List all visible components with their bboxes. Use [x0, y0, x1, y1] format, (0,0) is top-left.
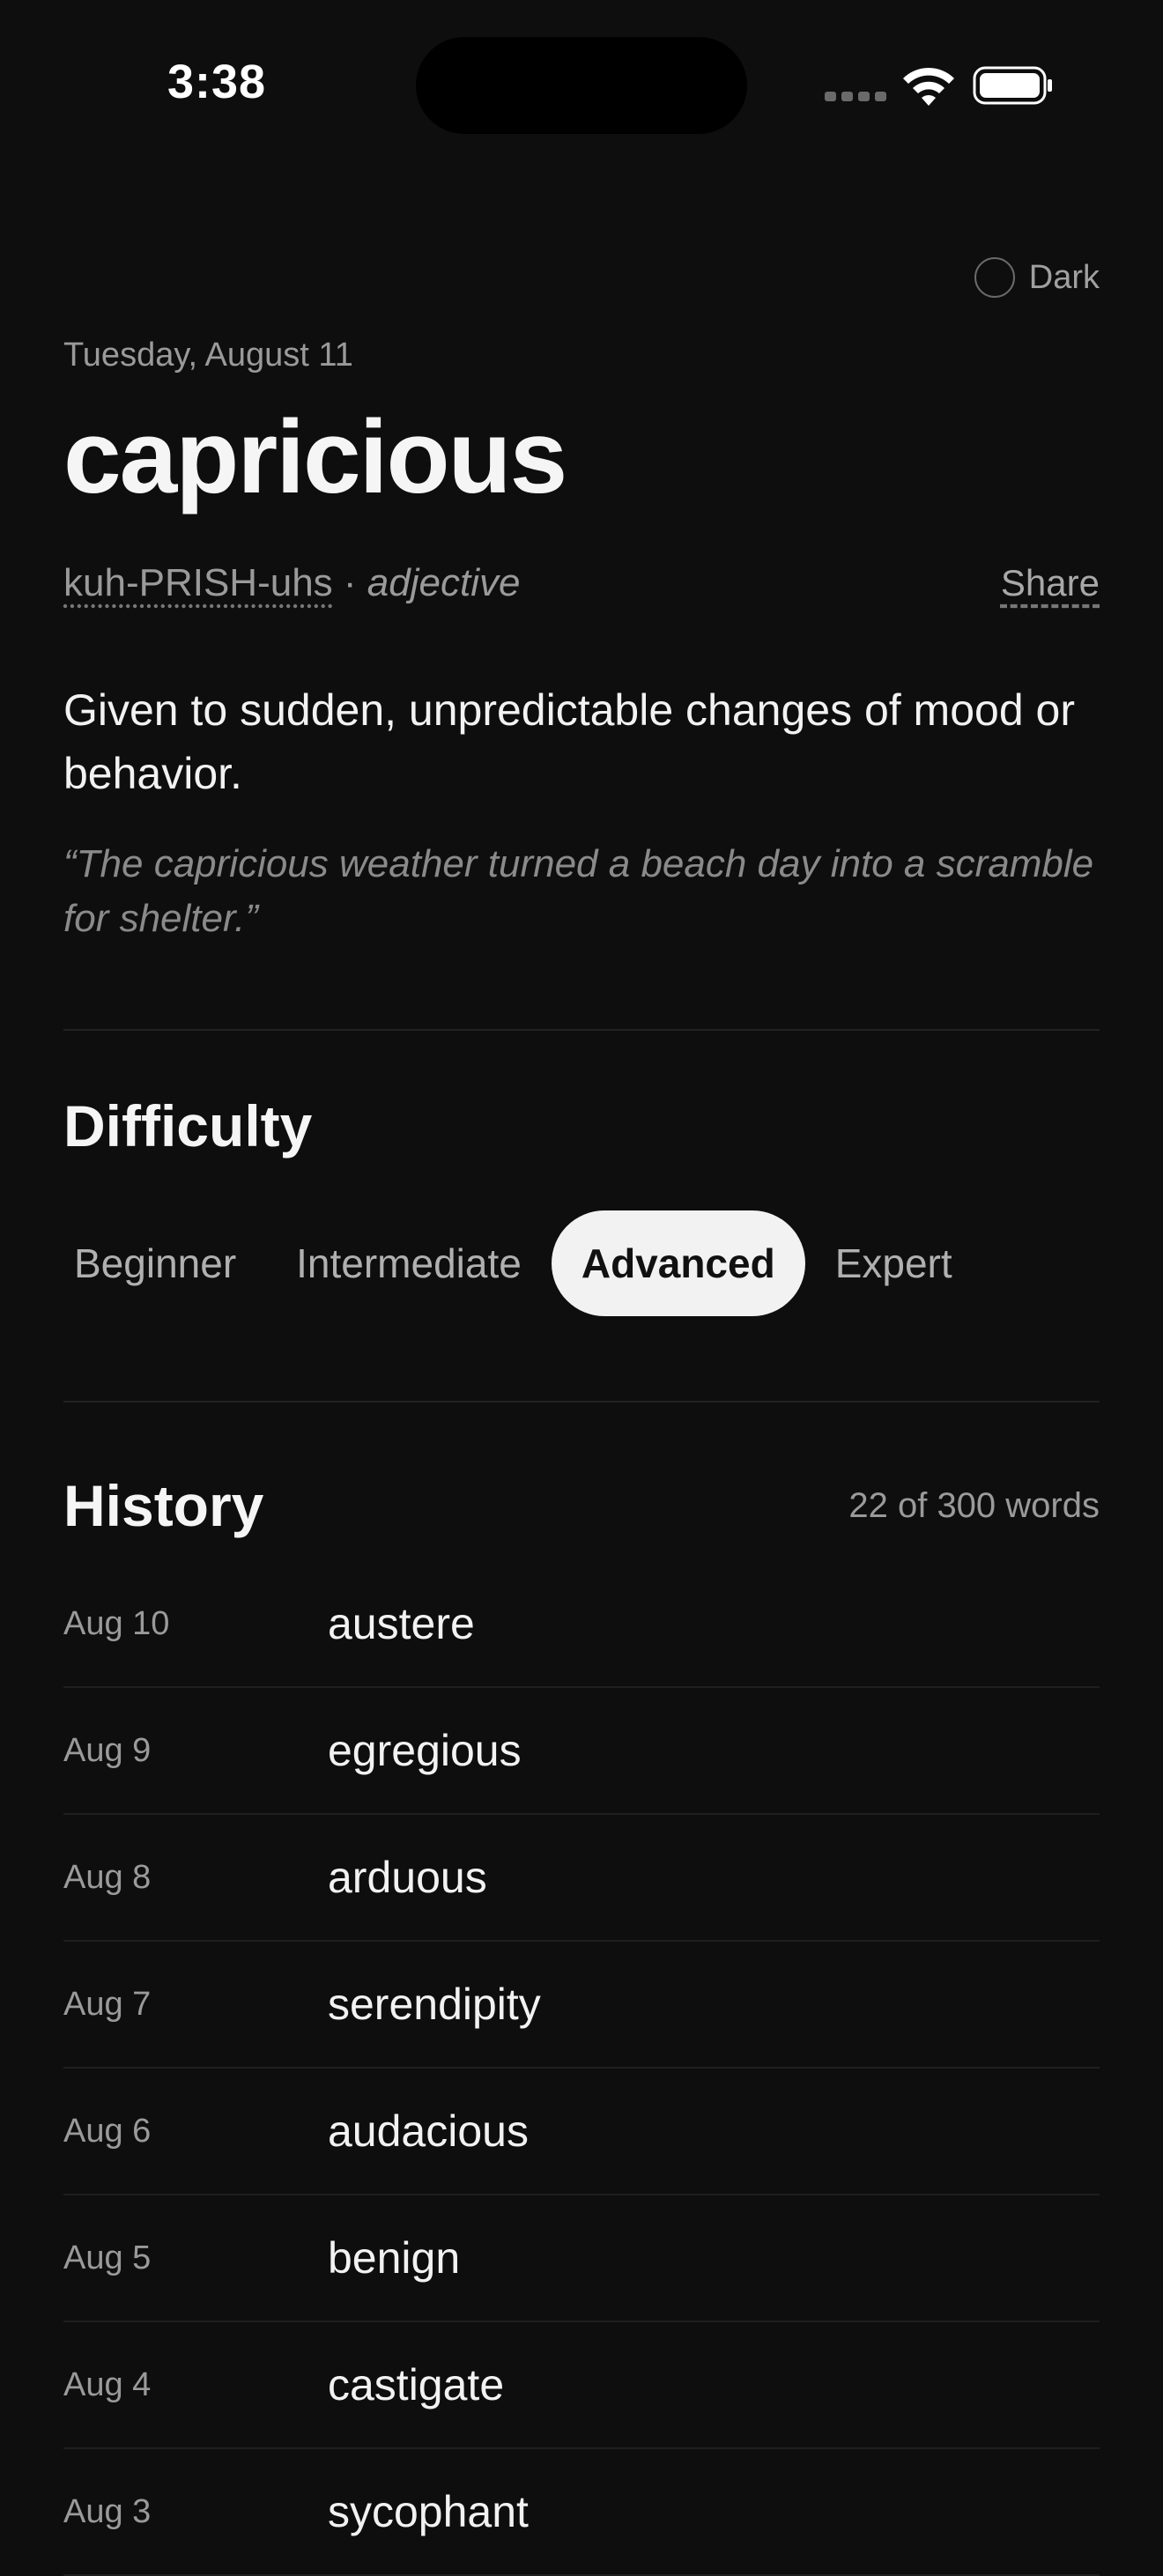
battery-icon	[973, 66, 1052, 105]
history-word: egregious	[328, 1726, 522, 1775]
dark-mode-toggle[interactable]: Dark	[974, 257, 1100, 298]
history-row[interactable]: Aug 4 castigate	[63, 2322, 1100, 2449]
history-list: Aug 10 austere Aug 9 egregious Aug 8 ard…	[63, 1561, 1100, 2576]
separator: ·	[332, 561, 367, 604]
history-row[interactable]: Aug 3 sycophant	[63, 2449, 1100, 2576]
example-sentence: “The capricious weather turned a beach d…	[63, 842, 1094, 940]
history-date: Aug 10	[63, 1604, 170, 1642]
share-link[interactable]: Share	[1001, 562, 1100, 604]
history-row[interactable]: Aug 8 arduous	[63, 1815, 1100, 1942]
history-row[interactable]: Aug 10 austere	[63, 1561, 1100, 1688]
history-count: 22 of 300 words	[848, 1485, 1100, 1525]
history-word: benign	[328, 2233, 461, 2283]
pronunciation-row: kuh-PRISH-uhs · adjective Share	[63, 557, 1100, 610]
toggle-label: Dark	[1028, 258, 1100, 296]
history-row[interactable]: Aug 5 benign	[63, 2195, 1100, 2322]
difficulty-title: Difficulty	[63, 1093, 313, 1158]
divider	[63, 1401, 1100, 1403]
part-of-speech: adjective	[367, 561, 521, 604]
dynamic-island	[416, 37, 747, 134]
history-row[interactable]: Aug 7 serendipity	[63, 1942, 1100, 2069]
history-word: audacious	[328, 2106, 529, 2156]
history-word: castigate	[328, 2360, 505, 2409]
pronunciation: kuh-PRISH-uhs · adjective	[63, 561, 520, 605]
status-bar: 3:38	[0, 0, 1163, 176]
history-word: arduous	[328, 1853, 487, 1902]
cellular-signal-icon	[825, 92, 886, 104]
difficulty-option-intermediate[interactable]: Intermediate	[266, 1210, 552, 1316]
history-date: Aug 9	[63, 1731, 152, 1769]
history-date: Aug 7	[63, 1985, 152, 2023]
history-title: History	[63, 1473, 264, 1538]
history-date: Aug 6	[63, 2112, 152, 2150]
history-row[interactable]: Aug 6 audacious	[63, 2069, 1100, 2195]
history-word: austere	[328, 1599, 475, 1648]
history-header: History 22 of 300 words	[63, 1466, 1100, 1545]
difficulty-option-advanced[interactable]: Advanced	[551, 1210, 805, 1316]
history-date: Aug 5	[63, 2239, 152, 2276]
word-title: capricious	[63, 399, 567, 515]
wifi-icon	[903, 67, 954, 106]
phonetic-spelling[interactable]: kuh-PRISH-uhs	[63, 561, 333, 604]
toggle-radio-icon	[974, 257, 1015, 298]
definition: Given to sudden, unpredictable changes o…	[63, 685, 1075, 798]
history-word: serendipity	[328, 1980, 541, 2029]
divider	[63, 1029, 1100, 1031]
status-time: 3:38	[167, 56, 267, 108]
history-date: Aug 3	[63, 2492, 152, 2530]
difficulty-option-expert[interactable]: Expert	[805, 1210, 982, 1316]
difficulty-selector: Beginner Intermediate Advanced Expert	[63, 1210, 1100, 1316]
history-row[interactable]: Aug 9 egregious	[63, 1688, 1100, 1815]
difficulty-option-beginner[interactable]: Beginner	[63, 1210, 266, 1316]
history-word: sycophant	[328, 2487, 529, 2536]
history-date: Aug 8	[63, 1858, 152, 1896]
word-date: Tuesday, August 11	[63, 337, 353, 374]
history-date: Aug 4	[63, 2365, 152, 2403]
